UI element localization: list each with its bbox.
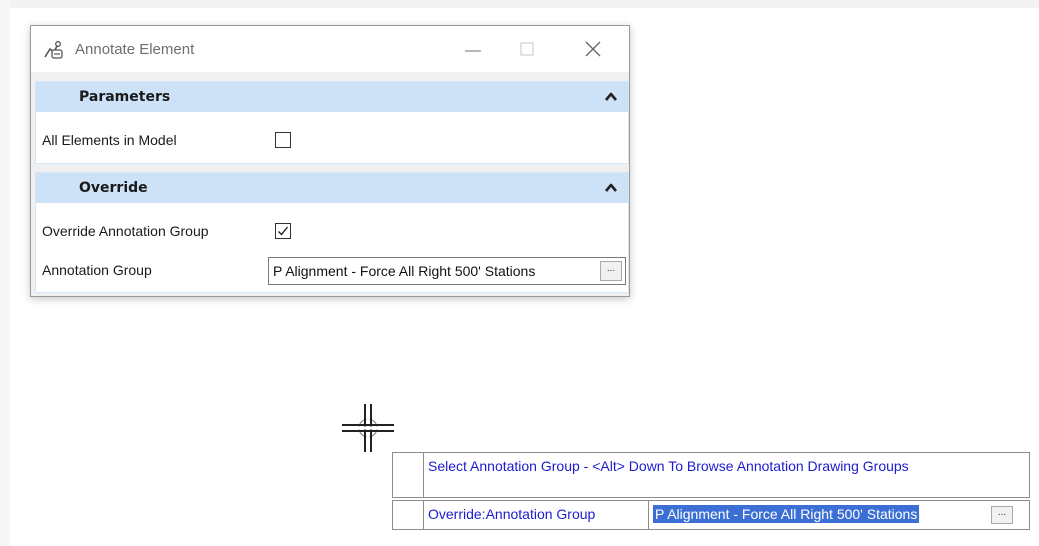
title-bar[interactable]: Annotate Element	[31, 26, 629, 72]
screen-left-edge	[0, 0, 10, 546]
prompt-message: Select Annotation Group - <Alt> Down To …	[428, 458, 909, 474]
prompt-input-value[interactable]: P Alignment - Force All Right 500' Stati…	[653, 505, 920, 523]
prompt-input-gutter	[393, 501, 424, 529]
screen-top-edge	[0, 0, 1039, 8]
checkmark-icon	[278, 226, 289, 236]
all-elements-label: All Elements in Model	[42, 132, 177, 148]
override-group-label: Override Annotation Group	[42, 223, 209, 239]
crosshair-cursor-icon	[342, 404, 394, 452]
parameters-title: Parameters	[79, 89, 171, 105]
chevron-up-icon[interactable]	[604, 91, 618, 103]
minimize-icon	[465, 50, 481, 52]
close-icon	[585, 41, 601, 57]
override-header[interactable]: Override	[36, 173, 628, 203]
dialog-title: Annotate Element	[75, 41, 195, 58]
annotation-group-field[interactable]: P Alignment - Force All Right 500' Stati…	[268, 257, 626, 285]
prompt-gutter	[393, 453, 424, 497]
minimize-button[interactable]	[451, 34, 495, 64]
parameters-header[interactable]: Parameters	[36, 82, 628, 112]
annotation-group-value: P Alignment - Force All Right 500' Stati…	[273, 263, 536, 279]
prompt-message-box: Select Annotation Group - <Alt> Down To …	[392, 452, 1030, 498]
annotate-element-icon	[42, 40, 64, 60]
annotation-group-label: Annotation Group	[42, 262, 152, 278]
override-title: Override	[79, 180, 148, 196]
prompt-input-box: Override:Annotation Group P Alignment - …	[392, 500, 1030, 530]
override-group-checkbox[interactable]	[275, 223, 291, 239]
prompt-browse-button[interactable]: ...	[991, 506, 1013, 524]
all-elements-checkbox[interactable]	[275, 132, 291, 148]
maximize-button[interactable]	[505, 34, 549, 64]
annotation-group-browse-button[interactable]: ...	[600, 261, 622, 281]
annotate-element-dialog: Annotate Element Parameters All Elements…	[30, 25, 630, 297]
chevron-up-icon[interactable]	[604, 182, 618, 194]
parameters-section: Parameters All Elements in Model	[35, 81, 629, 164]
close-button[interactable]	[571, 34, 615, 64]
prompt-input-field[interactable]: P Alignment - Force All Right 500' Stati…	[653, 505, 1019, 525]
maximize-icon	[520, 42, 534, 56]
prompt-divider	[648, 501, 649, 529]
prompt-input-label: Override:Annotation Group	[428, 506, 596, 522]
override-section: Override Override Annotation Group Annot…	[35, 172, 629, 293]
